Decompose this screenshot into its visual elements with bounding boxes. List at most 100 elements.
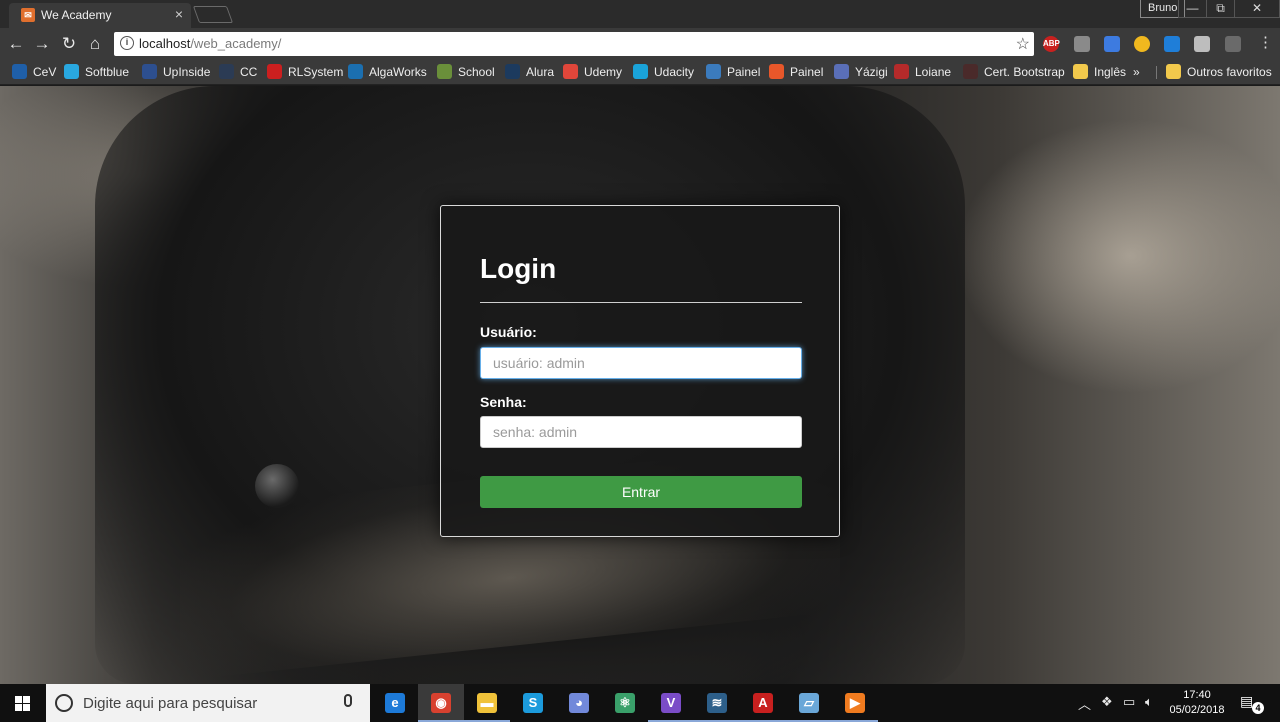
taskbar-search-box[interactable]: Digite aqui para pesquisar	[46, 684, 370, 722]
forward-arrow-icon[interactable]: →	[32, 34, 52, 54]
bookmark-favicon-icon	[769, 64, 784, 79]
password-input[interactable]	[480, 416, 802, 448]
coin-icon[interactable]	[1134, 36, 1150, 52]
taskbar-clock[interactable]: 17:40 05/02/2018	[1168, 688, 1226, 718]
bookmark-item[interactable]: Loiane	[894, 64, 951, 80]
address-bar[interactable]: i localhost/web_academy/ ☆	[114, 32, 1034, 56]
menu-kebab-icon[interactable]: ⋮	[1258, 35, 1273, 51]
bookmark-favicon-icon	[1073, 64, 1088, 79]
acrobat-icon: A	[753, 693, 773, 713]
bookmark-item[interactable]: Softblue	[64, 64, 129, 80]
adblock-plus-icon[interactable]: ABP	[1043, 36, 1060, 52]
bookmark-label: Softblue	[85, 65, 130, 79]
volume-icon[interactable]: 🔈︎	[1145, 694, 1153, 710]
bookmark-label: Outros favoritos	[1187, 65, 1272, 79]
bookmark-item[interactable]: Udacity	[633, 64, 694, 80]
shield-extension-icon[interactable]	[1074, 36, 1090, 52]
bookmark-item[interactable]: Udemy	[563, 64, 622, 80]
bookmark-label: Inglês	[1094, 65, 1127, 79]
notes-icon: ▱	[799, 693, 819, 713]
site-info-icon[interactable]: i	[120, 36, 134, 50]
file-explorer-icon: ▬	[477, 693, 497, 713]
atom-icon: ⚛	[615, 693, 635, 713]
bookmarks-bar: CeV Softblue UpInside CC RLSystem AlgaWorks Sc…	[0, 60, 1280, 85]
taskbar-app-button[interactable]: ▱	[786, 684, 832, 722]
taskbar-app-button[interactable]: S	[510, 684, 556, 722]
taskbar-app-button[interactable]: ⚛	[602, 684, 648, 722]
close-window-button[interactable]: ✕	[1234, 0, 1280, 18]
bookmark-favicon-icon	[1166, 64, 1181, 79]
bookmark-favicon-icon	[834, 64, 849, 79]
bookmark-label: Alura	[526, 65, 555, 79]
bookmark-item[interactable]: Alura	[505, 64, 554, 80]
network-icon[interactable]: ▭	[1123, 694, 1135, 710]
login-divider	[480, 302, 802, 303]
bookmark-label: Udacity	[654, 65, 695, 79]
bookmark-item[interactable]: CC	[219, 64, 257, 80]
bookmark-favicon-icon	[505, 64, 520, 79]
browser-tab[interactable]: ✉ We Academy ×	[9, 3, 191, 28]
bookmark-favicon-icon	[267, 64, 282, 79]
bookmarks-separator	[1156, 66, 1157, 79]
translate-icon[interactable]	[1104, 36, 1120, 52]
taskbar-app-button[interactable]: ◉	[418, 684, 464, 722]
taskbar-app-button[interactable]: ≋	[694, 684, 740, 722]
bookmark-favicon-icon	[64, 64, 79, 79]
taskbar-app-button[interactable]: ◕	[556, 684, 602, 722]
bookmark-label: »	[1133, 65, 1140, 79]
site-favicon-icon: ✉	[21, 8, 35, 22]
bookmark-label: Yázigi	[855, 65, 888, 79]
bookmark-label: CeV	[33, 65, 57, 79]
chrome-extension-icon[interactable]	[1194, 36, 1210, 52]
bookmark-item[interactable]: Outros favoritos	[1166, 64, 1272, 80]
taskbar-app-button[interactable]: ▬	[464, 684, 510, 722]
dropbox-icon[interactable]: ❖	[1101, 694, 1113, 710]
action-center-icon[interactable]: ▤ 4	[1240, 693, 1264, 714]
bookmark-favicon-icon	[633, 64, 648, 79]
bookmarks-overflow-button[interactable]: »	[1133, 64, 1140, 80]
bookmark-item[interactable]: Painel	[769, 64, 823, 80]
windows-logo-icon	[15, 696, 30, 711]
browser-toolbar: ← → ↻ ⌂ i localhost/web_academy/ ☆ ABP ⋮	[0, 28, 1280, 60]
trello-icon[interactable]	[1164, 36, 1180, 52]
windows-taskbar: Digite aqui para pesquisar e ◉ ▬ S ◕ ⚛ V ≋ A ▱ ▶ ︿…	[0, 684, 1280, 722]
username-input[interactable]	[480, 347, 802, 379]
bookmark-item[interactable]: Inglês	[1073, 64, 1126, 80]
tab-close-icon[interactable]: ×	[175, 6, 183, 22]
bookmark-item[interactable]: UpInside	[142, 64, 210, 80]
cortana-icon[interactable]	[55, 694, 73, 712]
taskbar-app-button[interactable]: ▶	[832, 684, 878, 722]
bookmark-favicon-icon	[142, 64, 157, 79]
bookmark-item[interactable]: School	[437, 64, 495, 80]
bookmark-item[interactable]: CeV	[12, 64, 56, 80]
taskbar-search-placeholder: Digite aqui para pesquisar	[83, 695, 258, 712]
new-tab-button[interactable]	[192, 6, 234, 23]
taskbar-app-button[interactable]: A	[740, 684, 786, 722]
window-controls: — ⧉ ✕	[1178, 0, 1280, 18]
minimize-button[interactable]: —	[1178, 0, 1207, 18]
home-icon[interactable]: ⌂	[85, 34, 105, 54]
bookmark-item[interactable]: RLSystem	[267, 64, 343, 80]
reload-icon[interactable]: ↻	[59, 34, 79, 54]
tray-expand-chevron-icon[interactable]: ︿	[1078, 694, 1091, 713]
bookmark-label: School	[458, 65, 495, 79]
restore-button[interactable]: ⧉	[1206, 0, 1235, 18]
chrome-icon: ◉	[431, 693, 451, 713]
background-photo-ring	[255, 464, 299, 508]
bookmark-star-icon[interactable]: ☆	[1016, 34, 1030, 54]
back-arrow-icon[interactable]: ←	[6, 34, 26, 54]
bookmark-label: Cert. Bootstrap	[984, 65, 1065, 79]
start-button[interactable]	[0, 684, 46, 722]
taskbar-app-button[interactable]: e	[372, 684, 418, 722]
microphone-icon[interactable]	[344, 694, 352, 707]
page-background: Login Usuário: Senha: Entrar	[0, 86, 1280, 684]
taskbar-app-button[interactable]: V	[648, 684, 694, 722]
login-submit-button[interactable]: Entrar	[480, 476, 802, 508]
bookmark-item[interactable]: Cert. Bootstrap	[963, 64, 1065, 80]
password-label: Senha:	[480, 394, 527, 410]
bookmark-item[interactable]: Painel	[706, 64, 760, 80]
bookmark-item[interactable]: AlgaWorks	[348, 64, 427, 80]
mysql-workbench-icon: ≋	[707, 693, 727, 713]
pdf-icon[interactable]	[1225, 36, 1241, 52]
bookmark-item[interactable]: Yázigi	[834, 64, 888, 80]
